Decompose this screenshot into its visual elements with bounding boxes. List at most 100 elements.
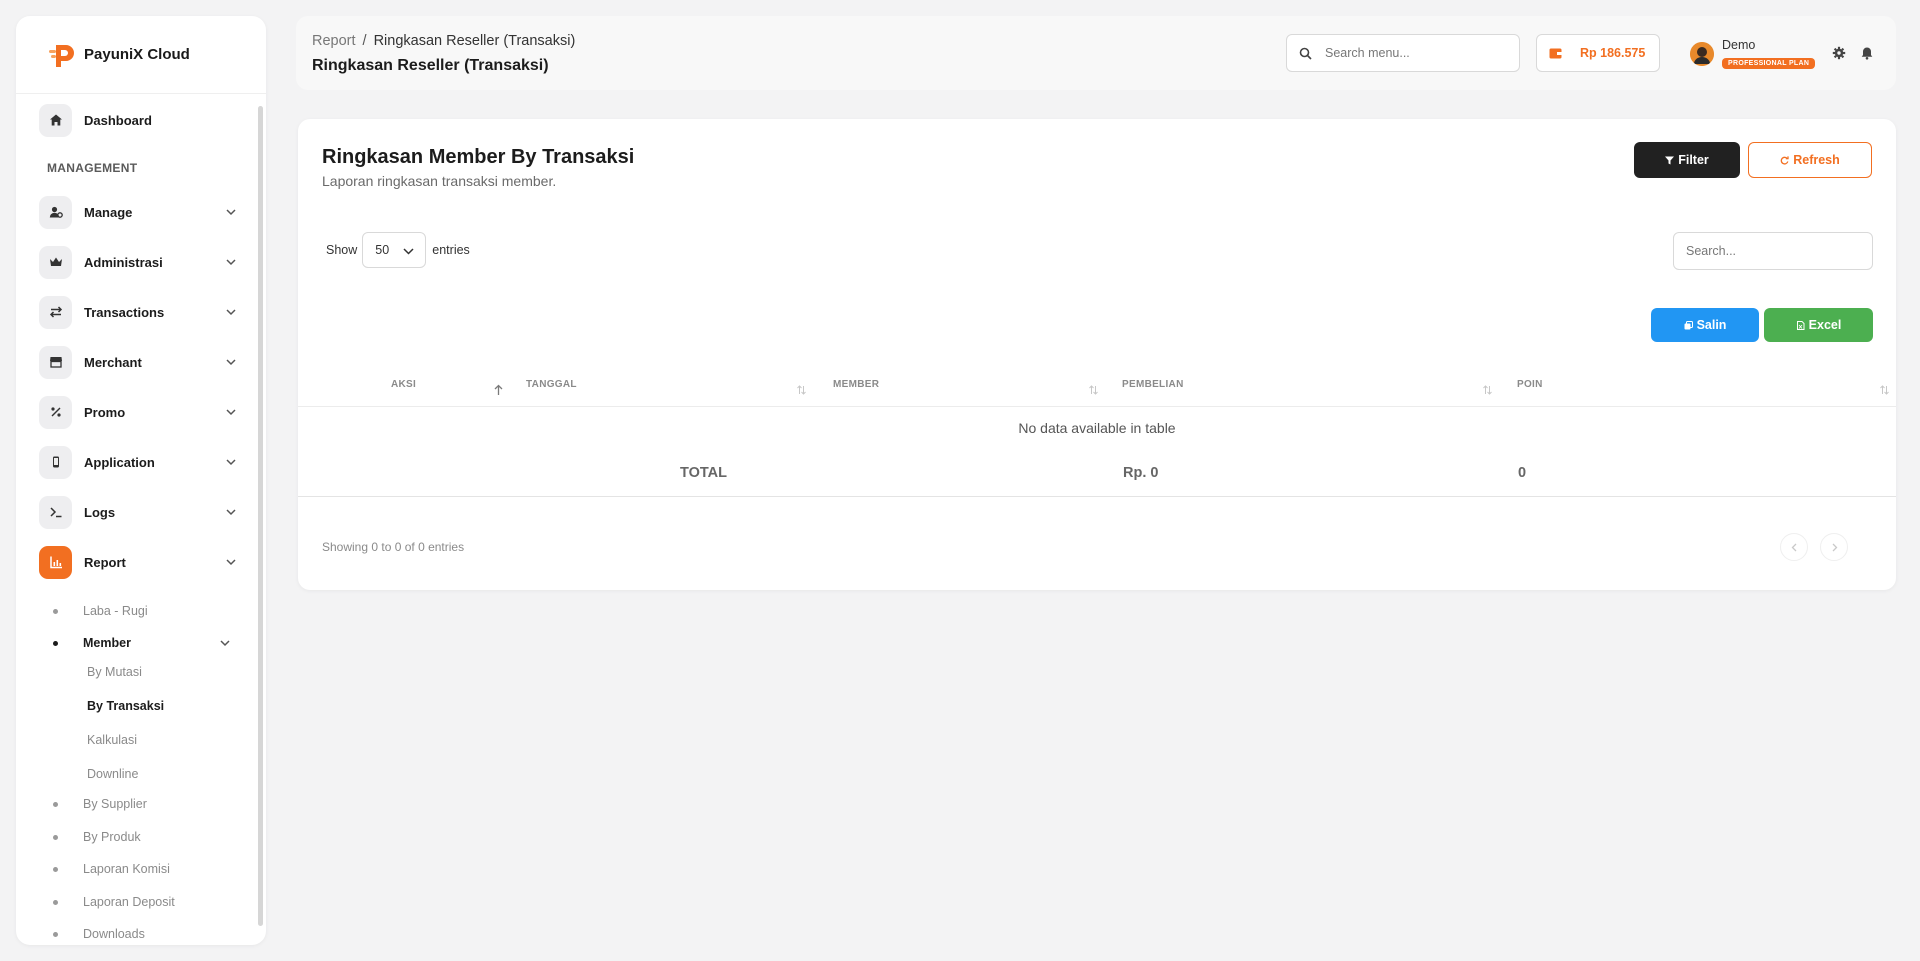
column-header-poin[interactable]: POIN — [1517, 369, 1892, 407]
chevron-down-icon — [220, 640, 230, 647]
entries-select-value: 50 — [375, 243, 390, 257]
refresh-icon — [1780, 155, 1789, 165]
chevron-down-icon — [226, 509, 236, 516]
sort-icon — [1880, 385, 1889, 395]
swap-icon — [39, 295, 72, 329]
top-header: Report / Ringkasan Reseller (Transaksi) Ri… — [296, 16, 1896, 90]
menu-search[interactable] — [1286, 34, 1520, 72]
sort-asc-icon — [494, 384, 503, 395]
table-total-row: TOTAL Rp. 0 0 — [298, 451, 1896, 497]
bullet-icon — [53, 866, 58, 872]
subitem-label: By Produk — [83, 830, 141, 844]
subitem-label: Downloads — [83, 927, 145, 941]
sidebar-item-report[interactable]: Report — [39, 545, 239, 579]
home-icon — [39, 103, 72, 137]
filter-icon — [1665, 156, 1675, 164]
refresh-button[interactable]: Refresh — [1748, 142, 1872, 178]
copy-icon — [1684, 320, 1693, 329]
sidebar-scrollbar[interactable] — [258, 106, 263, 926]
sidebar-subitem-downloads[interactable]: Downloads — [16, 922, 246, 945]
chevron-down-icon — [226, 559, 236, 566]
total-label: TOTAL — [680, 465, 727, 481]
table-search-input[interactable] — [1673, 232, 1873, 270]
pagination-next[interactable] — [1820, 533, 1848, 561]
column-label: PEMBELIAN — [1122, 379, 1184, 390]
sidebar-item-label: Dashboard — [84, 112, 152, 128]
table-info: Showing 0 to 0 of 0 entries — [322, 540, 465, 554]
sidebar-item-promo[interactable]: Promo — [39, 395, 239, 429]
sidebar-item-label: Logs — [84, 504, 116, 520]
report-card: Ringkasan Member By Transaksi Laporan ri… — [298, 119, 1896, 590]
bullet-icon — [53, 931, 58, 937]
sidebar-subitem-downline[interactable]: Downline — [87, 767, 138, 781]
sidebar-subitem-by-transaksi[interactable]: By Transaksi — [87, 699, 164, 713]
avatar — [1690, 42, 1714, 66]
sidebar-subitem-by-mutasi[interactable]: By Mutasi — [87, 665, 142, 679]
sidebar-subitem-by-produk[interactable]: By Produk — [16, 825, 246, 849]
pagination-previous[interactable] — [1780, 533, 1808, 561]
bullet-icon — [53, 899, 58, 905]
entries-select[interactable]: 50 — [362, 232, 427, 268]
column-header-member[interactable]: MEMBER — [833, 369, 1118, 407]
balance-amount: Rp 186.575 — [1580, 46, 1646, 60]
sidebar-item-label: Manage — [84, 204, 133, 220]
sidebar-subitem-by-supplier[interactable]: By Supplier — [16, 792, 246, 816]
sort-icon — [1483, 385, 1492, 395]
balance-button[interactable]: Rp 186.575 — [1536, 34, 1660, 72]
chevron-down-icon — [226, 409, 236, 416]
column-header-aksi[interactable]: AKSI — [391, 369, 511, 407]
chevron-down-icon — [226, 209, 236, 216]
payunix-logo — [49, 44, 74, 67]
sidebar-item-administrasi[interactable]: Administrasi — [39, 245, 239, 279]
sidebar-item-manage[interactable]: Manage — [39, 195, 239, 229]
subitem-label: By Supplier — [83, 797, 147, 811]
column-label: MEMBER — [833, 379, 880, 390]
sidebar-item-label: Promo — [84, 404, 126, 420]
sidebar-item-label: Application — [84, 454, 155, 470]
crown-icon — [39, 245, 72, 279]
mobile-icon — [39, 445, 72, 479]
empty-table-message: No data available in table — [1018, 420, 1176, 436]
column-header-tanggal[interactable]: TANGGAL — [526, 369, 816, 407]
sidebar-item-merchant[interactable]: Merchant — [39, 345, 239, 379]
copy-button[interactable]: Salin — [1651, 308, 1759, 342]
sidebar-subitem-laba-rugi[interactable]: Laba - Rugi — [16, 599, 246, 623]
column-header-pembelian[interactable]: PEMBELIAN — [1122, 369, 1502, 407]
sidebar-subitem-laporan-deposit[interactable]: Laporan Deposit — [16, 890, 246, 914]
sidebar-item-label: Administrasi — [84, 254, 163, 270]
page-title: Ringkasan Reseller (Transaksi) — [312, 57, 549, 74]
chevron-left-icon — [1791, 543, 1796, 551]
chevron-down-icon — [226, 259, 236, 266]
sidebar-subitem-kalkulasi[interactable]: Kalkulasi — [87, 733, 137, 747]
brand[interactable]: PayuniX Cloud — [16, 16, 266, 94]
excel-button[interactable]: Excel — [1764, 308, 1873, 342]
filter-button[interactable]: Filter — [1634, 142, 1740, 178]
breadcrumb-root[interactable]: Report — [312, 33, 356, 49]
chevron-down-icon — [226, 459, 236, 466]
sidebar-item-logs[interactable]: Logs — [39, 495, 239, 529]
bell-icon[interactable] — [1860, 46, 1874, 60]
excel-button-label: Excel — [1808, 318, 1842, 332]
sidebar-subitem-laporan-komisi[interactable]: Laporan Komisi — [16, 857, 246, 881]
breadcrumb-current: Ringkasan Reseller (Transaksi) — [373, 33, 576, 49]
terminal-icon — [39, 495, 72, 529]
table-header: AKSI TANGGAL MEMBER PEMBELIAN POIN — [298, 369, 1896, 407]
sidebar-item-label: Transactions — [84, 304, 165, 320]
subitem-label: Laporan Deposit — [83, 895, 175, 909]
subitem-label: Laba - Rugi — [83, 604, 148, 618]
user-menu[interactable]: Demo PROFESSIONAL PLAN — [1690, 38, 1816, 70]
sidebar-item-application[interactable]: Application — [39, 445, 239, 479]
gear-icon[interactable] — [1832, 46, 1846, 60]
refresh-button-label: Refresh — [1793, 153, 1840, 167]
menu-search-input[interactable] — [1325, 46, 1505, 60]
card-title: Ringkasan Member By Transaksi — [322, 146, 635, 168]
chevron-down-icon — [226, 309, 236, 316]
sidebar-subitem-member[interactable]: Member — [16, 631, 246, 655]
sidebar-item-dashboard[interactable]: Dashboard — [39, 103, 239, 137]
entries-label: entries — [432, 243, 470, 257]
percent-icon — [39, 395, 72, 429]
total-pembelian: Rp. 0 — [1123, 465, 1159, 481]
app-name: PayuniX Cloud — [84, 46, 190, 63]
sidebar-item-transactions[interactable]: Transactions — [39, 295, 239, 329]
sidebar: PayuniX Cloud Dashboard MANAGEMENT Manag… — [16, 16, 266, 945]
